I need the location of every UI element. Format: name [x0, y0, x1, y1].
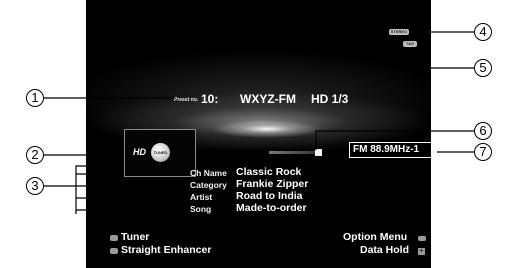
callout-3: 3 [26, 177, 44, 195]
callout-2: 2 [26, 146, 44, 164]
callout-1: 1 [26, 89, 44, 107]
leader-lines [44, 31, 474, 214]
callout-4: 4 [474, 23, 492, 41]
callout-7: 7 [474, 143, 492, 161]
leader-6 [315, 130, 474, 150]
leader-3 [44, 165, 104, 187]
callout-5: 5 [474, 59, 492, 77]
callout-6: 6 [474, 122, 492, 140]
leader-5 [419, 44, 474, 69]
